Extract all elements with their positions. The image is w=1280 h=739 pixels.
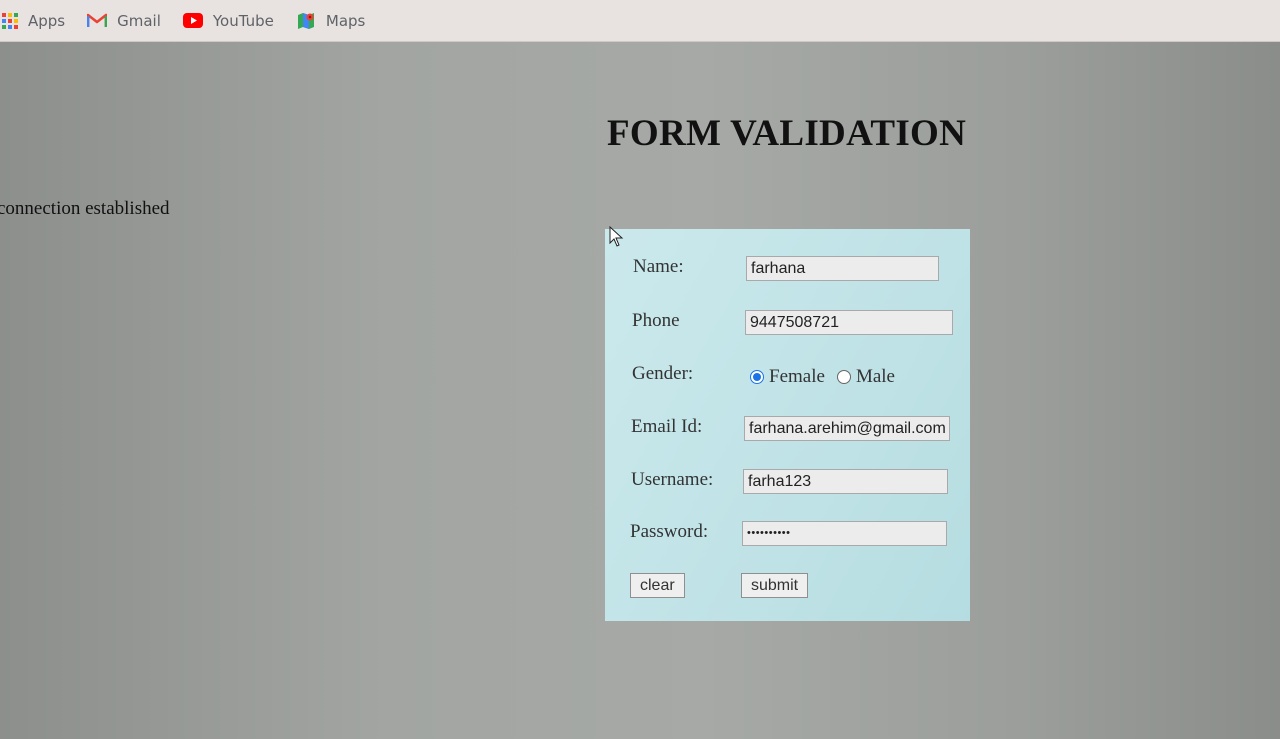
submit-button[interactable]: submit	[741, 573, 808, 598]
mouse-cursor-icon	[609, 225, 625, 253]
validation-form: Name: farhana Phone 9447508721 Gender: F…	[605, 229, 970, 621]
bookmark-maps[interactable]: Maps	[296, 11, 365, 31]
female-radio-label[interactable]: Female	[769, 366, 825, 388]
bookmark-apps[interactable]: Apps	[2, 12, 65, 30]
password-input[interactable]: ••••••••••	[742, 521, 947, 546]
female-radio[interactable]	[750, 370, 764, 384]
name-input[interactable]: farhana	[746, 256, 939, 281]
bookmarks-bar: Apps Gmail YouTube Maps	[0, 0, 1280, 42]
bookmark-label: YouTube	[212, 11, 274, 30]
clear-button[interactable]: clear	[630, 573, 685, 598]
email-input[interactable]: farhana.arehim@gmail.com	[744, 416, 950, 441]
bookmark-gmail[interactable]: Gmail	[87, 12, 161, 30]
name-label: Name:	[633, 256, 684, 277]
maps-icon	[296, 11, 316, 31]
gmail-icon	[87, 13, 108, 28]
bookmark-youtube[interactable]: YouTube	[182, 11, 274, 30]
username-input[interactable]: farha123	[743, 469, 948, 494]
phone-label: Phone	[632, 310, 680, 331]
phone-input[interactable]: 9447508721	[745, 310, 953, 335]
male-radio-label[interactable]: Male	[856, 366, 895, 388]
password-label: Password:	[630, 521, 709, 542]
bookmark-label: Apps	[28, 11, 66, 30]
male-radio[interactable]	[836, 370, 851, 384]
connection-status: connection established	[0, 198, 170, 219]
gender-radio-group: Female Male	[750, 366, 895, 388]
apps-grid-icon	[2, 12, 18, 29]
username-label: Username:	[631, 469, 714, 490]
email-label: Email Id:	[631, 416, 703, 437]
bookmark-label: Maps	[325, 11, 366, 30]
page-title: FORM VALIDATION	[607, 113, 967, 154]
gender-label: Gender:	[632, 363, 694, 384]
youtube-icon	[182, 13, 203, 28]
bookmark-label: Gmail	[117, 11, 161, 30]
page-body: FORM VALIDATION connection established N…	[0, 42, 1280, 739]
